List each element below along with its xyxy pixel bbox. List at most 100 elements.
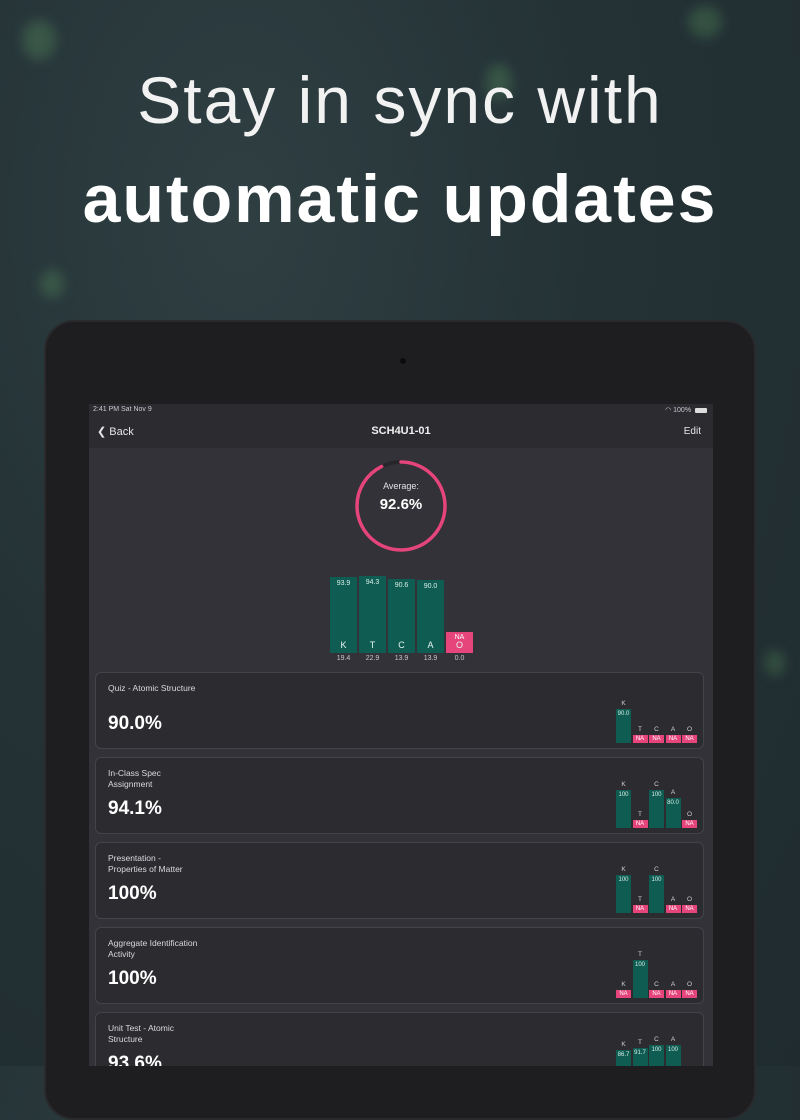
status-bar: 2:41 PM Sat Nov 9 ◠ 100% bbox=[89, 404, 713, 416]
camera-dot bbox=[400, 358, 406, 364]
edit-button[interactable]: Edit bbox=[684, 426, 701, 437]
mini-bar-t: NA bbox=[632, 820, 648, 828]
mini-bar-value: NA bbox=[619, 991, 628, 997]
mini-bar-o: NA bbox=[682, 735, 697, 743]
headline-line-1: Stay in sync with bbox=[137, 63, 663, 137]
mini-bar-value: 100 bbox=[618, 877, 629, 883]
mini-bar-value: 86.7 bbox=[617, 1052, 630, 1059]
mini-bar-value: NA bbox=[685, 906, 694, 912]
mini-bar-value: 100 bbox=[667, 1047, 678, 1053]
mini-bar-value: NA bbox=[652, 991, 661, 997]
summary-bar-value: 94.3 bbox=[365, 579, 380, 587]
mini-bar-letter: T bbox=[638, 896, 642, 903]
nav-bar: ❮ Back SCH4U1-01 Edit bbox=[89, 416, 713, 448]
assignment-card[interactable]: Quiz - Atomic Structure 90.0% 90.0 K NA T NA C N… bbox=[95, 672, 704, 749]
mini-bar-letter: T bbox=[638, 811, 642, 818]
summary-bar-t: 94.3 T bbox=[359, 576, 386, 653]
mini-bar-letter: K bbox=[621, 866, 626, 873]
mini-bar-letter: K bbox=[621, 781, 626, 788]
assignment-percent: 94.1% bbox=[108, 798, 162, 819]
mini-bar-k: NA bbox=[616, 990, 631, 998]
mini-bar-value: 80.0 bbox=[667, 799, 679, 806]
mini-bar-value: 100 bbox=[651, 1047, 662, 1053]
summary-bar-value: 90.6 bbox=[394, 582, 409, 590]
mini-bar-value: 100 bbox=[651, 877, 662, 883]
mini-bar-value: 100 bbox=[618, 792, 629, 798]
mini-bar-letter: A bbox=[670, 981, 676, 988]
summary-bar-letter: A bbox=[427, 639, 434, 650]
mini-bar-t: NA bbox=[632, 735, 648, 743]
mini-bar-t: NA bbox=[632, 905, 648, 913]
mini-bar-letter: T bbox=[638, 951, 642, 958]
mini-bar-value: NA bbox=[685, 991, 694, 997]
assignment-percent: 100% bbox=[108, 883, 157, 904]
summary-bar-weight: 19.4 bbox=[336, 655, 351, 662]
mini-bar-letter: T bbox=[638, 726, 642, 733]
mini-bar-c: 100 bbox=[649, 790, 664, 828]
summary-bar-weight: 13.9 bbox=[394, 655, 409, 662]
mini-bar-letter: A bbox=[670, 896, 676, 903]
mini-bar-letter: C bbox=[654, 726, 659, 733]
mini-bar-value: 90.0 bbox=[617, 710, 630, 717]
mini-bar-t: 91.7 bbox=[632, 1048, 648, 1066]
summary-bar-weight: 13.9 bbox=[423, 655, 438, 662]
app-screen: 2:41 PM Sat Nov 9 ◠ 100% ❮ Back SCH4U1-0… bbox=[89, 404, 713, 1066]
assignment-percent: 100% bbox=[108, 968, 157, 989]
summary-bar-a: 90.0 A bbox=[417, 579, 444, 653]
mini-bar-c: NA bbox=[649, 990, 664, 998]
status-time: 2:41 PM Sat Nov 9 bbox=[93, 406, 152, 413]
background-glow bbox=[688, 6, 722, 38]
assignment-card[interactable]: Unit Test - Atomic Structure 93.6% 86.7 K 91… bbox=[95, 1012, 704, 1066]
summary-bar-letter: K bbox=[340, 640, 347, 650]
status-right: ◠ 100% bbox=[665, 406, 707, 414]
mini-bar-value: 100 bbox=[634, 962, 645, 968]
mini-bar-k: 86.7 bbox=[616, 1050, 631, 1066]
mini-bar-value: NA bbox=[635, 736, 645, 742]
mini-bar-value: NA bbox=[685, 736, 694, 742]
mini-bar-value: NA bbox=[668, 906, 678, 912]
summary-bar-letter: O bbox=[455, 640, 463, 650]
mini-bar-c: 100 bbox=[649, 1045, 664, 1066]
assignment-title: Quiz - Atomic Structure bbox=[108, 683, 196, 693]
battery-label: 100% bbox=[673, 407, 692, 414]
summary-bar-weight: 0.0 bbox=[454, 655, 465, 662]
mini-bar-letter: C bbox=[654, 781, 659, 788]
page-title: SCH4U1-01 bbox=[371, 425, 431, 437]
headline-line-2: automatic updates bbox=[82, 161, 718, 237]
summary-bar-o: NA O bbox=[446, 632, 473, 653]
assignment-title: Aggregate Identification Activity bbox=[108, 938, 198, 959]
summary-bar-letter: C bbox=[398, 639, 405, 650]
assignment-card[interactable]: Aggregate Identification Activity 100% NA K… bbox=[95, 927, 704, 1004]
background-glow bbox=[22, 20, 56, 60]
mini-bar-o: NA bbox=[682, 905, 697, 913]
mini-bar-value: 91.7 bbox=[634, 1050, 646, 1057]
assignment-title: In-Class Spec Assignment bbox=[108, 768, 161, 789]
mini-bar-c: 100 bbox=[649, 875, 664, 913]
mini-bar-value: NA bbox=[668, 991, 678, 997]
mini-bar-value: NA bbox=[652, 736, 661, 742]
mini-bar-k: 100 bbox=[616, 790, 631, 828]
mini-bar-value: NA bbox=[685, 821, 694, 827]
assignment-card[interactable]: Presentation - Properties of Matter 100% 1… bbox=[95, 842, 704, 919]
average-label: Average: bbox=[383, 481, 419, 491]
background-glow bbox=[40, 270, 64, 298]
mini-bar-letter: C bbox=[654, 981, 659, 988]
summary-bar-letter: T bbox=[369, 640, 376, 650]
average-value: 92.6% bbox=[379, 496, 423, 513]
summary-bar-value: 93.9 bbox=[336, 579, 351, 587]
assignment-percent: 93.6% bbox=[108, 1053, 162, 1066]
mini-bar-letter: K bbox=[621, 1041, 626, 1049]
mini-bar-letter: A bbox=[670, 726, 676, 733]
wifi-icon: ◠ bbox=[665, 407, 672, 414]
mini-bar-letter: A bbox=[670, 1036, 676, 1043]
mini-bar-a: NA bbox=[665, 905, 681, 913]
mini-bar-value: NA bbox=[635, 821, 645, 827]
mini-bar-a: NA bbox=[665, 990, 681, 998]
mini-bar-a: 100 bbox=[665, 1045, 681, 1066]
mini-bar-t: 100 bbox=[632, 960, 648, 998]
mini-bar-letter: O bbox=[686, 811, 693, 818]
mini-bar-letter: O bbox=[686, 896, 693, 903]
mini-bar-letter: T bbox=[638, 1039, 642, 1047]
mini-bar-value: 100 bbox=[651, 792, 662, 798]
assignment-card[interactable]: In-Class Spec Assignment 94.1% 100 K NA T 100 C… bbox=[95, 757, 704, 834]
